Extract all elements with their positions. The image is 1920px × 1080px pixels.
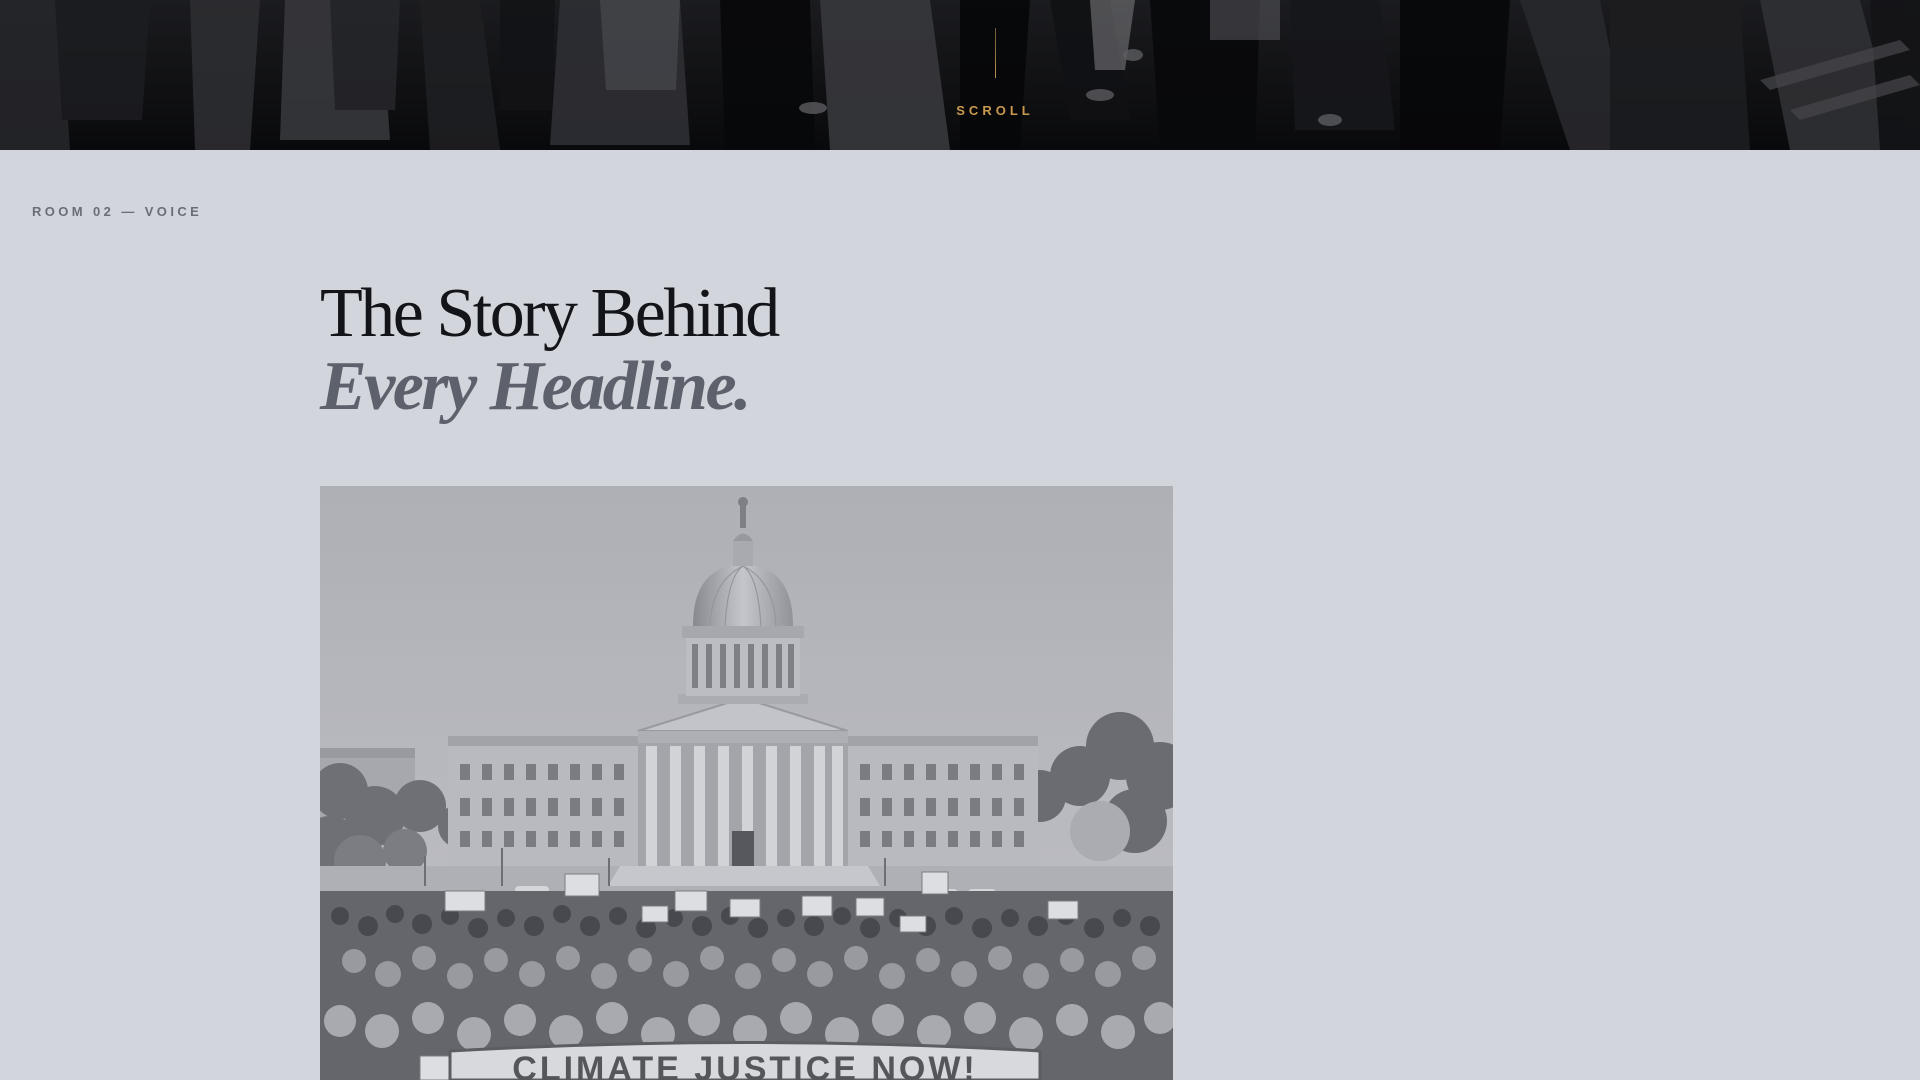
hero-banner: SCROLL [0, 0, 1920, 150]
headline-line-2: Every Headline. [320, 348, 752, 425]
scroll-indicator-label[interactable]: SCROLL [0, 103, 1920, 118]
feature-protest-photo: CLIMATE JUSTICE NOW! [320, 486, 1173, 1080]
section-headline: The Story Behind Every Headline. [320, 275, 780, 425]
section-eyebrow: ROOM 02 — VOICE [32, 204, 203, 219]
scroll-indicator-line [995, 28, 996, 78]
headline-line-1: The Story Behind [320, 275, 780, 352]
hero-crowd-photo [0, 0, 1920, 150]
